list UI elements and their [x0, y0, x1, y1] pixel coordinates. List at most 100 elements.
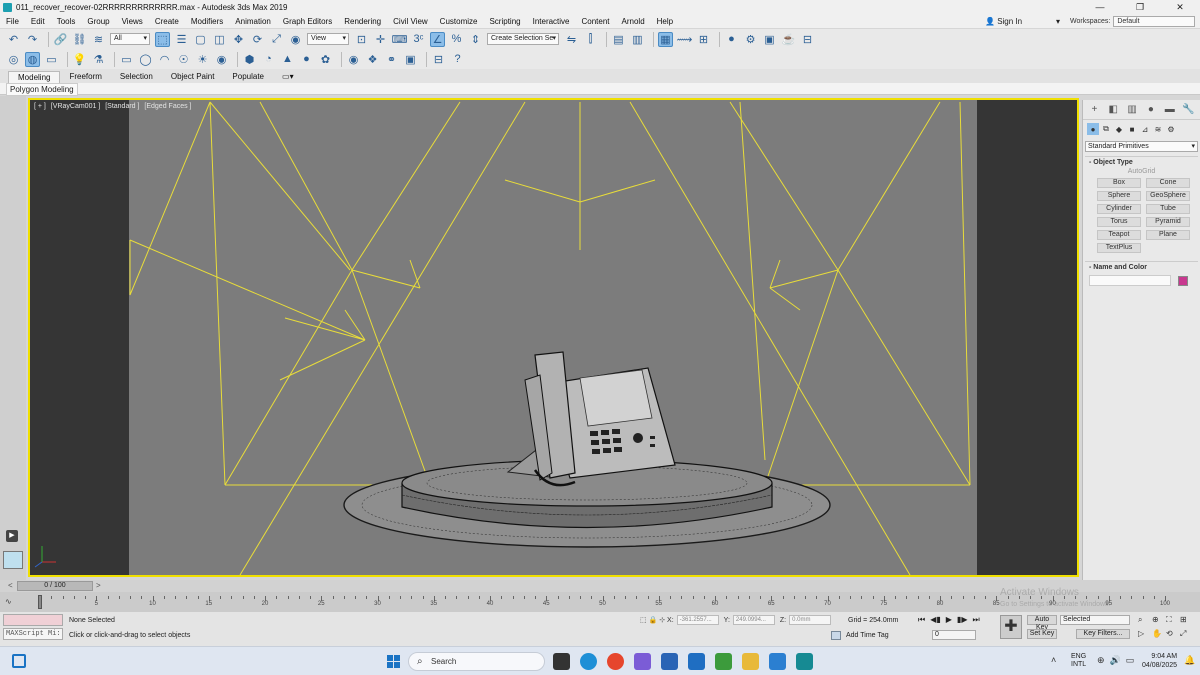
vray-sun-icon[interactable]: ☀	[195, 52, 210, 67]
store-icon[interactable]	[661, 653, 678, 670]
notification-bell-icon[interactable]: 🔔	[1184, 655, 1195, 666]
menu-views[interactable]: Views	[116, 17, 149, 26]
orbit-icon[interactable]: ⟲	[1166, 629, 1180, 639]
current-frame-field[interactable]: 0	[932, 630, 976, 640]
vray-light-lister-icon[interactable]: ⚗	[91, 52, 106, 67]
vray-frame-buffer-icon[interactable]: ◍	[25, 51, 40, 67]
auto-key-button[interactable]: Auto Key	[1027, 615, 1057, 631]
geometry-icon[interactable]: ●	[1087, 123, 1099, 135]
play-icon[interactable]: ▶	[946, 615, 952, 625]
go-to-end-icon[interactable]: ⏭	[972, 615, 979, 625]
tube-button[interactable]: Tube	[1146, 204, 1190, 214]
menu-group[interactable]: Group	[81, 17, 115, 26]
minimize-button[interactable]: —	[1080, 0, 1120, 14]
redo-icon[interactable]: ↷	[25, 32, 40, 47]
menu-tools[interactable]: Tools	[51, 17, 82, 26]
place-icon[interactable]: ◉	[288, 32, 303, 47]
next-frame-arrow[interactable]: >	[96, 581, 101, 590]
menu-animation[interactable]: Animation	[229, 17, 277, 26]
vray-mtl-converter-icon[interactable]: ❖	[365, 52, 380, 67]
vray-help-icon[interactable]: ?	[450, 52, 465, 67]
time-slider-thumb[interactable]: 0 / 100	[17, 581, 93, 591]
object-name-input[interactable]	[1089, 275, 1171, 286]
prev-key-icon[interactable]: ◀▮	[930, 615, 941, 625]
window-crossing-icon[interactable]: ◫	[212, 32, 227, 47]
utilities-tab-icon[interactable]: 🔧	[1181, 103, 1196, 117]
taskbar-search[interactable]: ⌕ Search	[408, 652, 545, 671]
menu-help[interactable]: Help	[651, 17, 679, 26]
torus-button[interactable]: Torus	[1097, 217, 1141, 227]
named-selection-set-dropdown[interactable]: Create Selection Se	[487, 33, 559, 45]
autogrid-checkbox[interactable]: AutoGrid	[1085, 168, 1198, 175]
vray-material-icon[interactable]: ◉	[346, 52, 361, 67]
scene-explorer-icon[interactable]: ▤	[611, 32, 626, 47]
viewport-display-label[interactable]: [Edged Faces ]	[144, 103, 191, 110]
object-type-title[interactable]: Object Type	[1085, 159, 1198, 166]
vray-icon[interactable]: ◎	[6, 52, 21, 67]
widgets-icon[interactable]	[12, 654, 26, 668]
rotate-icon[interactable]: ⟳	[250, 32, 265, 47]
vray-plane-light-icon[interactable]: ▭	[119, 52, 134, 67]
x-coordinate-field[interactable]: -361.2557...	[676, 615, 719, 625]
maxscript-listener-output[interactable]	[3, 614, 63, 626]
mirror-icon[interactable]: ⇋	[564, 32, 579, 47]
maximize-button[interactable]: ❐	[1120, 0, 1160, 14]
shapes-icon[interactable]: ⧉	[1100, 123, 1112, 135]
key-selection-dropdown[interactable]: Selected	[1060, 615, 1130, 625]
menu-graph-editors[interactable]: Graph Editors	[277, 17, 338, 26]
render-iterative-icon[interactable]: ⊟	[800, 32, 815, 47]
cameras-icon[interactable]: ■	[1126, 123, 1138, 135]
pan-icon[interactable]: ✋	[1152, 629, 1166, 639]
ribbon-toggle-icon[interactable]: ▦	[658, 31, 673, 47]
helpers-icon[interactable]: ⊿	[1139, 123, 1151, 135]
spacewarps-icon[interactable]: ≋	[1152, 123, 1164, 135]
copilot-icon[interactable]	[634, 653, 651, 670]
reference-coordinate-dropdown[interactable]: View	[307, 33, 349, 45]
spinner-snap-icon[interactable]: ⇕	[468, 32, 483, 47]
tab-modeling[interactable]: Modeling	[8, 71, 61, 83]
frame-ruler[interactable]: 0510152025303540455055606570758085909510…	[38, 596, 1190, 610]
tab-selection[interactable]: Selection	[111, 71, 162, 83]
menu-edit[interactable]: Edit	[25, 17, 51, 26]
plane-button[interactable]: Plane	[1146, 230, 1190, 240]
trackbar-thumb[interactable]	[38, 595, 42, 609]
select-object-icon[interactable]: ⬚	[155, 31, 170, 47]
modify-tab-icon[interactable]: ◧	[1106, 103, 1121, 117]
sign-in-button[interactable]: 👤 Sign In ▾	[985, 14, 1060, 28]
add-time-tag-button[interactable]: Add Time Tag	[831, 631, 889, 640]
next-key-icon[interactable]: ▮▶	[957, 615, 968, 625]
curve-editor-toggle-icon[interactable]: ∿	[5, 597, 12, 606]
undo-icon[interactable]: ↶	[6, 32, 21, 47]
viewport-menu-plus[interactable]: [ + ]	[34, 103, 46, 110]
rendered-frame-icon[interactable]: ▣	[762, 32, 777, 47]
curve-editor-icon[interactable]: ⟿	[677, 32, 693, 47]
zoom-all-icon[interactable]: ⊕	[1152, 615, 1166, 625]
angle-snap-icon[interactable]: ∠	[430, 31, 445, 47]
language-indicator[interactable]: ENG INTL	[1071, 653, 1086, 669]
teapot-button[interactable]: Teapot	[1097, 230, 1141, 240]
create-tab-icon[interactable]: +	[1087, 103, 1102, 117]
select-manipulate-icon[interactable]: ✛	[373, 32, 388, 47]
tab-object-paint[interactable]: Object Paint	[162, 71, 224, 83]
y-coordinate-field[interactable]: 249.0994...	[732, 615, 775, 625]
bind-spacewarp-icon[interactable]: ≋	[91, 32, 106, 47]
workspaces-dropdown[interactable]: Default	[1113, 15, 1196, 27]
pivot-center-icon[interactable]: ⊡	[354, 32, 369, 47]
maxscript-mini-listener[interactable]: MAXScript Mi:	[3, 628, 63, 640]
rect-selection-icon[interactable]: ▢	[193, 32, 208, 47]
menu-interactive[interactable]: Interactive	[527, 17, 576, 26]
object-color-swatch[interactable]	[1178, 275, 1188, 286]
scale-icon[interactable]: ⤢	[269, 32, 284, 47]
geosphere-button[interactable]: GeoSphere	[1146, 191, 1190, 201]
percent-snap-icon[interactable]: %	[449, 32, 464, 47]
clock[interactable]: 9:04 AM 04/08/2025	[1142, 652, 1177, 670]
render-production-icon[interactable]: ☕	[781, 32, 796, 47]
3dsmax-taskbar-icon[interactable]	[769, 653, 786, 670]
vray-render-icon[interactable]: ▣	[403, 52, 418, 67]
vray-ies-light-icon[interactable]: ☉	[176, 52, 191, 67]
motion-tab-icon[interactable]: ●	[1143, 103, 1158, 117]
vray-dome-light-icon[interactable]: ◠	[157, 52, 172, 67]
vray-sphere-icon[interactable]: ●	[299, 52, 314, 67]
tab-freeform[interactable]: Freeform	[60, 71, 110, 83]
material-editor-icon[interactable]: ●	[724, 32, 739, 47]
